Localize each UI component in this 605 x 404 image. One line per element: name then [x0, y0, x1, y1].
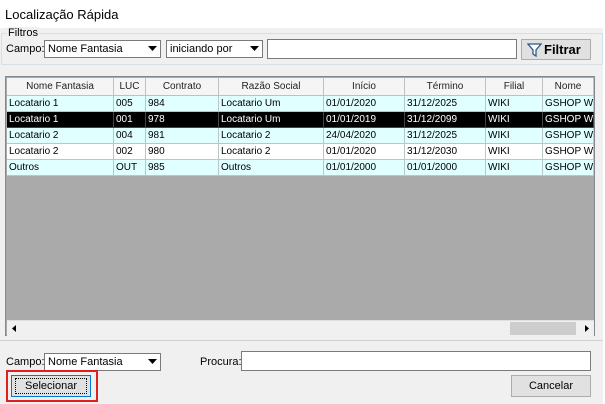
column-header[interactable]: Razão Social [219, 78, 324, 96]
mode-select[interactable]: iniciando por [166, 40, 263, 58]
column-header[interactable]: Término [405, 78, 486, 96]
mode-select-value: iniciando por [170, 43, 233, 55]
table-cell: Locatario Um [219, 96, 324, 112]
select-button[interactable]: Selecionar [11, 375, 91, 397]
table-cell: Locatario 2 [7, 144, 114, 160]
table-cell: Locatario 2 [219, 128, 324, 144]
divider [0, 340, 603, 341]
table-row[interactable]: Locatario 2 002 980 Locatario 2 01/01/20… [7, 144, 594, 160]
table-cell: WIKI [486, 128, 543, 144]
title-bar: Localização Rápida [0, 0, 603, 28]
table-cell: 002 [114, 144, 146, 160]
funnel-icon [526, 43, 543, 60]
table-cell: GSHOP WIK [543, 112, 594, 128]
procura-label: Procura: [200, 356, 242, 368]
cancel-button[interactable]: Cancelar [511, 375, 591, 397]
column-header[interactable]: LUC [114, 78, 146, 96]
table-cell: Locatario 1 [7, 96, 114, 112]
table-row[interactable]: Locatario 2 004 981 Locatario 2 24/04/20… [7, 128, 594, 144]
table-cell: WIKI [486, 96, 543, 112]
column-header[interactable]: Início [324, 78, 405, 96]
column-header[interactable]: Nome [543, 78, 594, 96]
table-cell: 01/01/2019 [324, 112, 405, 128]
table-cell: Locatario Um [219, 112, 324, 128]
bottom-campo-value: Nome Fantasia [48, 356, 123, 368]
table-cell: 980 [146, 144, 219, 160]
table-cell: WIKI [486, 112, 543, 128]
chevron-down-icon[interactable] [247, 41, 262, 57]
column-header[interactable]: Nome Fantasia [7, 78, 114, 96]
table-cell: OUT [114, 160, 146, 176]
scrollbar-thumb[interactable] [510, 322, 576, 335]
column-header[interactable]: Filial [486, 78, 543, 96]
scroll-right-icon[interactable] [579, 321, 594, 336]
table-cell: Outros [7, 160, 114, 176]
bottom-campo-label: Campo: [6, 356, 45, 368]
table-cell: 981 [146, 128, 219, 144]
table-cell: 01/01/2000 [324, 160, 405, 176]
filter-search-input[interactable] [267, 39, 517, 59]
table-cell: 31/12/2025 [405, 96, 486, 112]
table-cell: Locatario 2 [219, 144, 324, 160]
table-cell: 984 [146, 96, 219, 112]
table-cell: 31/12/2099 [405, 112, 486, 128]
table-cell: GSHOP WIK [543, 96, 594, 112]
table-cell: WIKI [486, 144, 543, 160]
table-cell: Outros [219, 160, 324, 176]
table-cell: 01/01/2020 [324, 144, 405, 160]
table-cell: 24/04/2020 [324, 128, 405, 144]
table-cell: 978 [146, 112, 219, 128]
table-cell: 985 [146, 160, 219, 176]
table-row[interactable]: Locatario 1 005 984 Locatario Um 01/01/2… [7, 96, 594, 112]
filter-button-label: Filtrar [544, 42, 581, 57]
chevron-down-icon[interactable] [145, 41, 160, 57]
table-cell: WIKI [486, 160, 543, 176]
table-row-selected[interactable]: Locatario 1 001 978 Locatario Um 01/01/2… [7, 112, 594, 128]
window-title: Localização Rápida [5, 7, 119, 22]
table-cell: 004 [114, 128, 146, 144]
cancel-button-label: Cancelar [528, 380, 574, 392]
table-cell: 01/01/2020 [324, 96, 405, 112]
scroll-left-icon[interactable] [7, 321, 22, 336]
table-cell: Locatario 1 [7, 112, 114, 128]
campo-select-value: Nome Fantasia [48, 43, 123, 55]
select-button-label: Selecionar [25, 380, 77, 392]
bottom-campo-select[interactable]: Nome Fantasia [44, 353, 161, 371]
chevron-down-icon[interactable] [145, 354, 160, 370]
campo-select[interactable]: Nome Fantasia [44, 40, 161, 58]
table-cell: 31/12/2025 [405, 128, 486, 144]
filter-button[interactable]: Filtrar [521, 39, 591, 60]
horizontal-scrollbar[interactable] [7, 320, 594, 336]
table-cell: GSHOP WIK [543, 128, 594, 144]
campo-label: Campo: [6, 43, 45, 55]
table-cell: 01/01/2000 [405, 160, 486, 176]
table-cell: 001 [114, 112, 146, 128]
procura-input[interactable] [241, 351, 591, 371]
table-cell: GSHOP WIK [543, 144, 594, 160]
table-cell: 005 [114, 96, 146, 112]
column-header[interactable]: Contrato [146, 78, 219, 96]
table-cell: GSHOP WIK [543, 160, 594, 176]
filters-group-label: Filtros [7, 27, 39, 39]
table-cell: Locatario 2 [7, 128, 114, 144]
table-cell: 31/12/2030 [405, 144, 486, 160]
table-row[interactable]: Outros OUT 985 Outros 01/01/2000 01/01/2… [7, 160, 594, 176]
results-grid[interactable]: Nome Fantasia LUC Contrato Razão Social … [5, 76, 595, 336]
